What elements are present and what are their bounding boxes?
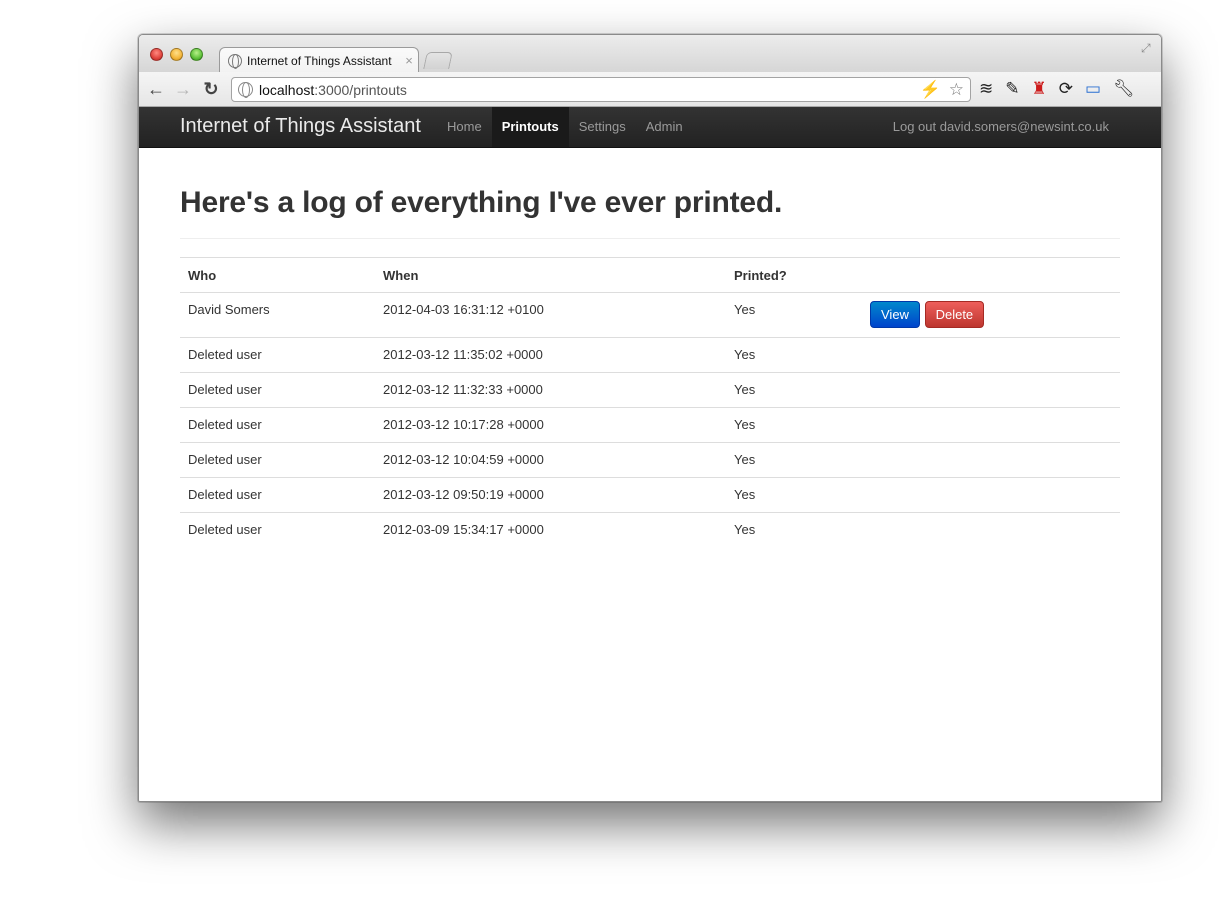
cell-who: David Somers	[180, 292, 375, 338]
nav-links: Home Printouts Settings Admin	[437, 107, 693, 147]
cell-printed: Yes	[726, 292, 862, 338]
web-page: Internet of Things Assistant Home Printo…	[139, 107, 1161, 801]
url-path: :3000/printouts	[314, 81, 407, 98]
sofa-icon[interactable]: ♜	[1032, 79, 1047, 99]
sync-icon[interactable]: ⟳	[1059, 79, 1073, 99]
nav-item-admin[interactable]: Admin	[636, 107, 693, 147]
tab-title: Internet of Things Assistant	[247, 53, 392, 68]
view-button[interactable]: View	[870, 301, 920, 328]
cell-when: 2012-03-12 11:32:33 +0000	[375, 372, 726, 408]
main-content: Here's a log of everything I've ever pri…	[180, 148, 1120, 548]
table-row: Deleted user 2012-03-09 15:34:17 +0000 Y…	[180, 512, 1120, 548]
globe-icon	[228, 53, 242, 68]
cell-actions	[862, 337, 1120, 373]
forward-arrow-icon[interactable]: →	[172, 78, 194, 100]
maximize-window-button[interactable]	[190, 48, 203, 61]
header-actions	[862, 257, 1120, 293]
cell-when: 2012-04-03 16:31:12 +0100	[375, 292, 726, 338]
printouts-table: Who When Printed? David Somers 2012-04-0…	[180, 257, 1120, 548]
cell-who: Deleted user	[180, 337, 375, 373]
cell-printed: Yes	[726, 337, 862, 373]
browser-toolbar: ← → ↻ localhost:3000/printouts ⚡ ☆ ≋ ✎ ♜…	[139, 72, 1161, 107]
top-navbar: Internet of Things Assistant Home Printo…	[139, 107, 1161, 148]
header-printed: Printed?	[726, 257, 862, 293]
cell-actions	[862, 477, 1120, 513]
browser-tab[interactable]: Internet of Things Assistant ×	[219, 47, 419, 73]
table-row: Deleted user 2012-03-12 10:04:59 +0000 Y…	[180, 442, 1120, 478]
close-window-button[interactable]	[150, 48, 163, 61]
table-row: Deleted user 2012-03-12 11:32:33 +0000 Y…	[180, 372, 1120, 408]
screen-capture-icon[interactable]: ▭	[1085, 79, 1101, 99]
cell-when: 2012-03-12 09:50:19 +0000	[375, 477, 726, 513]
brand-link[interactable]: Internet of Things Assistant	[180, 115, 421, 138]
cell-actions	[862, 372, 1120, 408]
cell-actions	[862, 407, 1120, 443]
bookmark-star-icon[interactable]: ☆	[949, 80, 964, 100]
cell-actions	[862, 512, 1120, 548]
cell-printed: Yes	[726, 372, 862, 408]
table-row: Deleted user 2012-03-12 09:50:19 +0000 Y…	[180, 477, 1120, 513]
url-host: localhost	[259, 81, 315, 98]
extension-icons: ≋ ✎ ♜ ⟳ ▭ 🔧︎	[979, 79, 1135, 99]
cell-printed: Yes	[726, 512, 862, 548]
reload-icon[interactable]: ↻	[200, 78, 222, 100]
divider	[180, 238, 1120, 239]
back-arrow-icon[interactable]: ←	[145, 78, 167, 100]
feather-icon[interactable]: ✎	[1005, 79, 1019, 99]
new-tab-button[interactable]	[423, 52, 453, 69]
minimize-window-button[interactable]	[170, 48, 183, 61]
cell-who: Deleted user	[180, 407, 375, 443]
cell-when: 2012-03-12 11:35:02 +0000	[375, 337, 726, 373]
tab-close-icon[interactable]: ×	[400, 53, 418, 68]
table-row: Deleted user 2012-03-12 10:17:28 +0000 Y…	[180, 407, 1120, 443]
cell-when: 2012-03-09 15:34:17 +0000	[375, 512, 726, 548]
layers-icon[interactable]: ≋	[979, 79, 993, 99]
table-row: David Somers 2012-04-03 16:31:12 +0100 Y…	[180, 292, 1120, 338]
cell-actions: View Delete	[862, 292, 1120, 338]
cell-who: Deleted user	[180, 442, 375, 478]
fullscreen-icon[interactable]: ⤢	[1141, 41, 1155, 55]
cell-actions	[862, 442, 1120, 478]
table-header-row: Who When Printed?	[180, 257, 1120, 293]
address-bar[interactable]: localhost:3000/printouts ⚡ ☆	[231, 77, 971, 102]
table-row: Deleted user 2012-03-12 11:35:02 +0000 Y…	[180, 337, 1120, 373]
cell-who: Deleted user	[180, 477, 375, 513]
page-title: Here's a log of everything I've ever pri…	[180, 186, 783, 219]
nav-item-settings[interactable]: Settings	[569, 107, 636, 147]
nav-item-printouts[interactable]: Printouts	[491, 107, 569, 147]
wrench-icon[interactable]: 🔧︎	[1113, 79, 1135, 99]
cell-who: Deleted user	[180, 512, 375, 548]
cell-when: 2012-03-12 10:04:59 +0000	[375, 442, 726, 478]
nav-item-home[interactable]: Home	[437, 107, 492, 147]
title-bar: Internet of Things Assistant × ⤢	[139, 35, 1161, 73]
cell-when: 2012-03-12 10:17:28 +0000	[375, 407, 726, 443]
globe-icon	[238, 82, 253, 98]
logout-link[interactable]: Log out david.somers@newsint.co.uk	[893, 107, 1109, 147]
cell-printed: Yes	[726, 477, 862, 513]
delete-button[interactable]: Delete	[924, 301, 985, 328]
cell-printed: Yes	[726, 442, 862, 478]
lightning-icon[interactable]: ⚡	[920, 80, 941, 100]
cell-who: Deleted user	[180, 372, 375, 408]
cell-printed: Yes	[726, 407, 862, 443]
header-who: Who	[180, 257, 375, 293]
browser-window: Internet of Things Assistant × ⤢ ← → ↻ l…	[138, 34, 1162, 802]
header-when: When	[375, 257, 726, 293]
